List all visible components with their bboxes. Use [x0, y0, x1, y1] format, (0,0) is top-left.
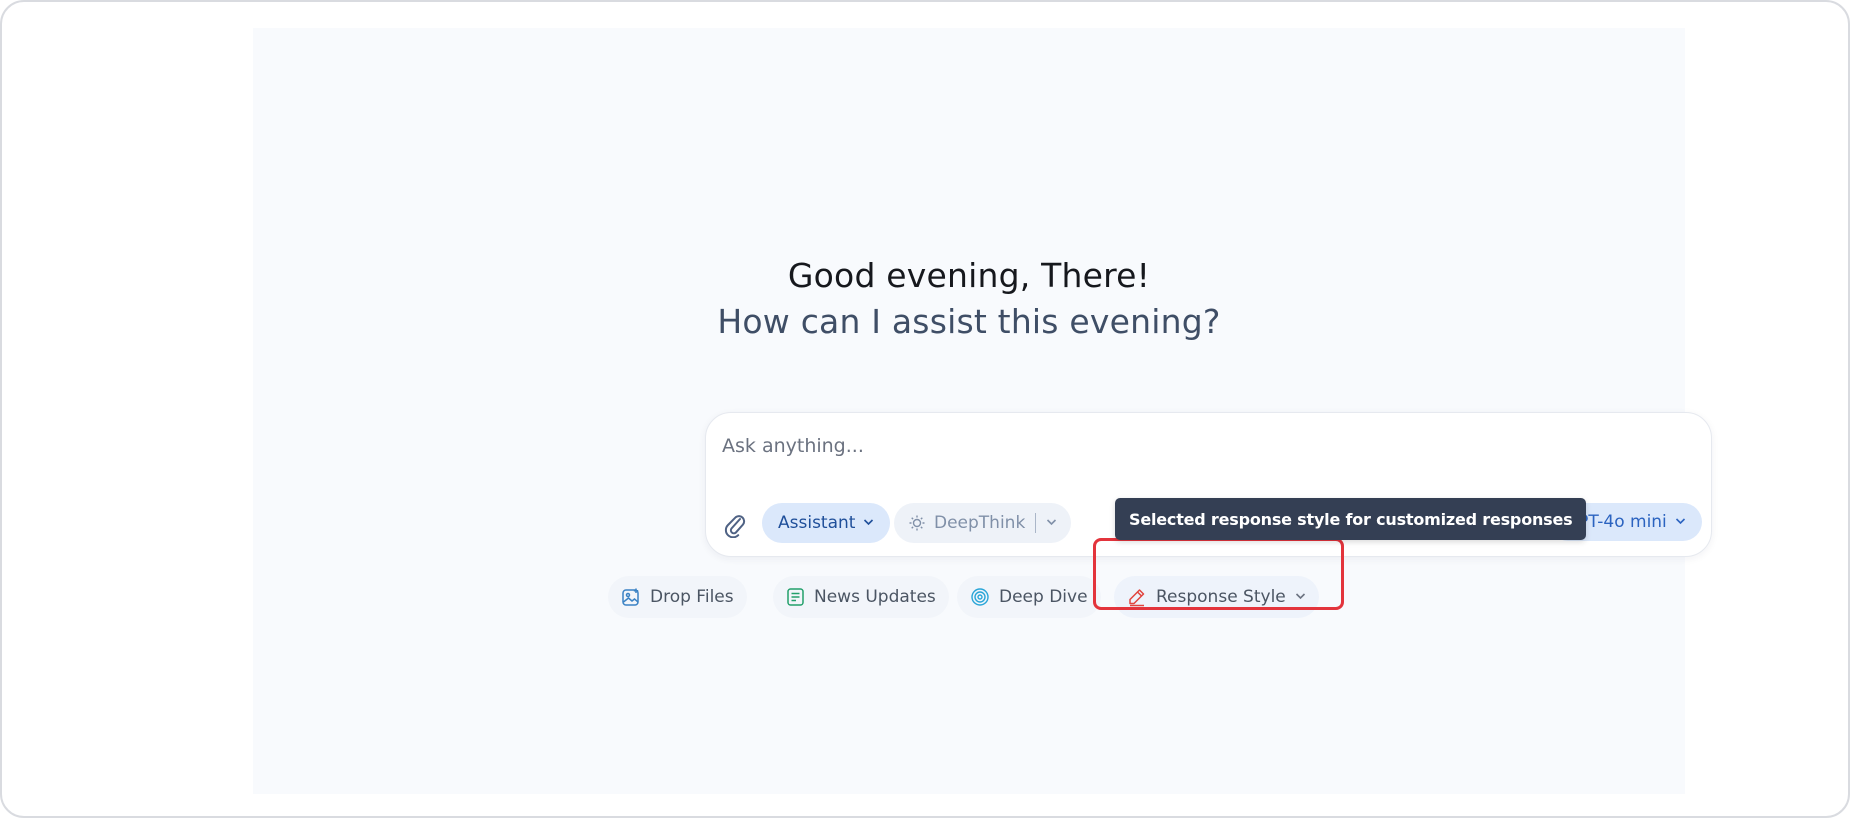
paperclip-icon: [723, 510, 747, 538]
response-style-label: Response Style: [1156, 587, 1286, 607]
chevron-down-icon[interactable]: [1046, 518, 1057, 526]
news-updates-button[interactable]: News Updates: [773, 576, 949, 618]
deep-dive-button[interactable]: Deep Dive: [957, 576, 1101, 618]
assistant-mode-dropdown[interactable]: Assistant: [762, 503, 891, 543]
image-upload-icon: [621, 587, 641, 607]
app-window: Good evening, There! How can I assist th…: [0, 0, 1850, 818]
chevron-down-icon: [1675, 517, 1686, 525]
response-style-tooltip: Selected response style for customized r…: [1115, 498, 1587, 540]
attach-button[interactable]: [722, 509, 748, 539]
chevron-down-icon: [1295, 592, 1306, 600]
pencil-icon: [1127, 587, 1147, 607]
deep-dive-label: Deep Dive: [999, 587, 1088, 607]
response-style-button[interactable]: Response Style: [1114, 576, 1319, 618]
news-updates-label: News Updates: [814, 587, 936, 607]
deepthink-label: DeepThink: [934, 513, 1026, 533]
greeting-subtitle: How can I assist this evening?: [717, 302, 1221, 341]
greeting-heading: Good evening, There!: [787, 256, 1151, 295]
deep-dive-icon: [970, 587, 990, 607]
drop-files-label: Drop Files: [650, 587, 734, 607]
deepthink-divider: [1035, 513, 1037, 533]
main-canvas: Good evening, There! How can I assist th…: [253, 28, 1712, 794]
deepthink-toggle[interactable]: DeepThink: [894, 503, 1072, 543]
ask-input[interactable]: [722, 431, 1682, 461]
assistant-mode-label: Assistant: [778, 513, 856, 533]
drop-files-button[interactable]: Drop Files: [608, 576, 747, 618]
newspaper-icon: [786, 587, 805, 607]
chevron-down-icon: [863, 518, 874, 526]
lightbulb-icon: [908, 514, 926, 532]
